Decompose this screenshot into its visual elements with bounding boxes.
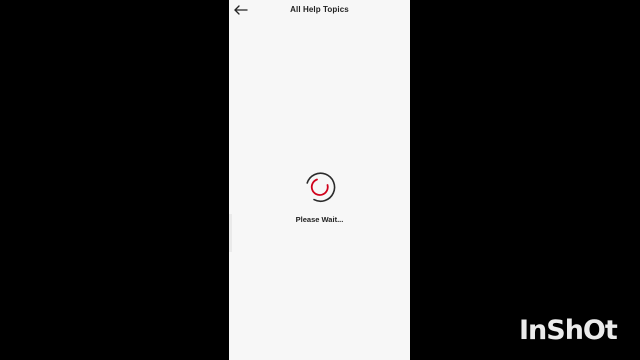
loading-message: Please Wait... [295,215,344,224]
top-app-bar: All Help Topics [229,0,410,22]
loading-spinner-icon [302,169,338,205]
video-frame: All Help Topics Please Wait... InShOt [0,0,640,360]
phone-screen: All Help Topics Please Wait... [229,0,410,360]
page-title: All Help Topics [290,5,349,14]
inshot-watermark: InShOt [519,315,618,346]
